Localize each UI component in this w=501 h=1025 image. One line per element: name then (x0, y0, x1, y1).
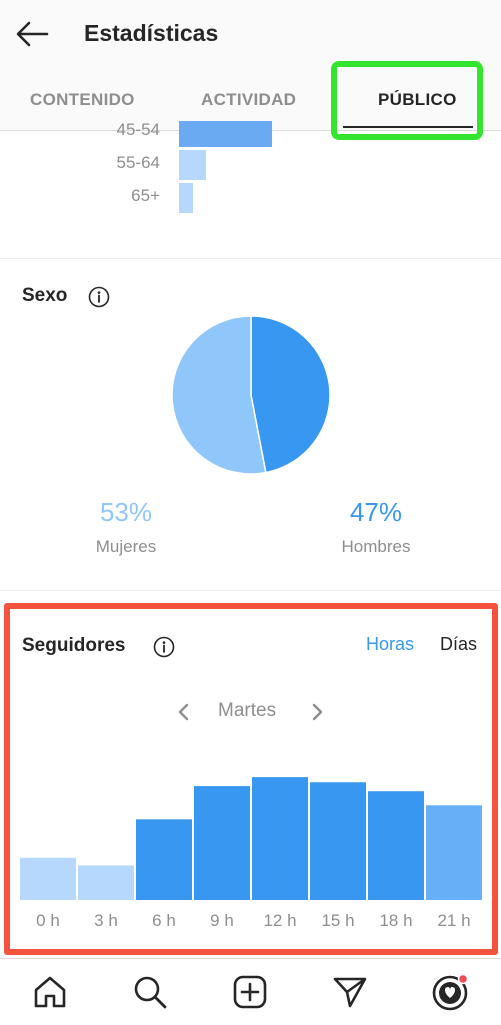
age-label: 55-64 (116, 153, 160, 172)
pie-slice-male (250, 315, 331, 474)
bottom-nav (0, 958, 501, 1025)
male-percent: 47% (349, 497, 403, 527)
direct-icon[interactable] (331, 973, 369, 1011)
arrow-left-icon[interactable] (14, 16, 50, 52)
profile-icon[interactable] (431, 973, 469, 1011)
age-bar (179, 121, 272, 147)
info-icon[interactable] (88, 286, 110, 308)
pie-slice-female (171, 315, 267, 475)
search-icon[interactable] (131, 973, 169, 1011)
age-label: 45-54 (116, 120, 160, 139)
highlight-box-red (4, 603, 498, 955)
female-percent: 53% (99, 497, 153, 527)
age-bar (179, 150, 206, 180)
highlight-box-green (331, 61, 483, 140)
age-label: 65+ (131, 186, 160, 205)
gender-title: Sexo (22, 285, 68, 306)
home-icon[interactable] (31, 973, 69, 1011)
page-title: Estadísticas (84, 20, 219, 46)
tab-contenido[interactable]: CONTENIDO (30, 90, 135, 110)
gender-pie-chart (171, 315, 331, 475)
male-label: Hombres (341, 537, 411, 556)
tab-actividad[interactable]: ACTIVIDAD (201, 90, 296, 110)
section-divider (0, 590, 501, 591)
new-post-icon[interactable] (231, 973, 269, 1011)
age-bar (179, 183, 193, 213)
top-bar: Estadísticas (0, 0, 501, 68)
section-divider (0, 258, 501, 259)
female-label: Mujeres (95, 537, 157, 556)
